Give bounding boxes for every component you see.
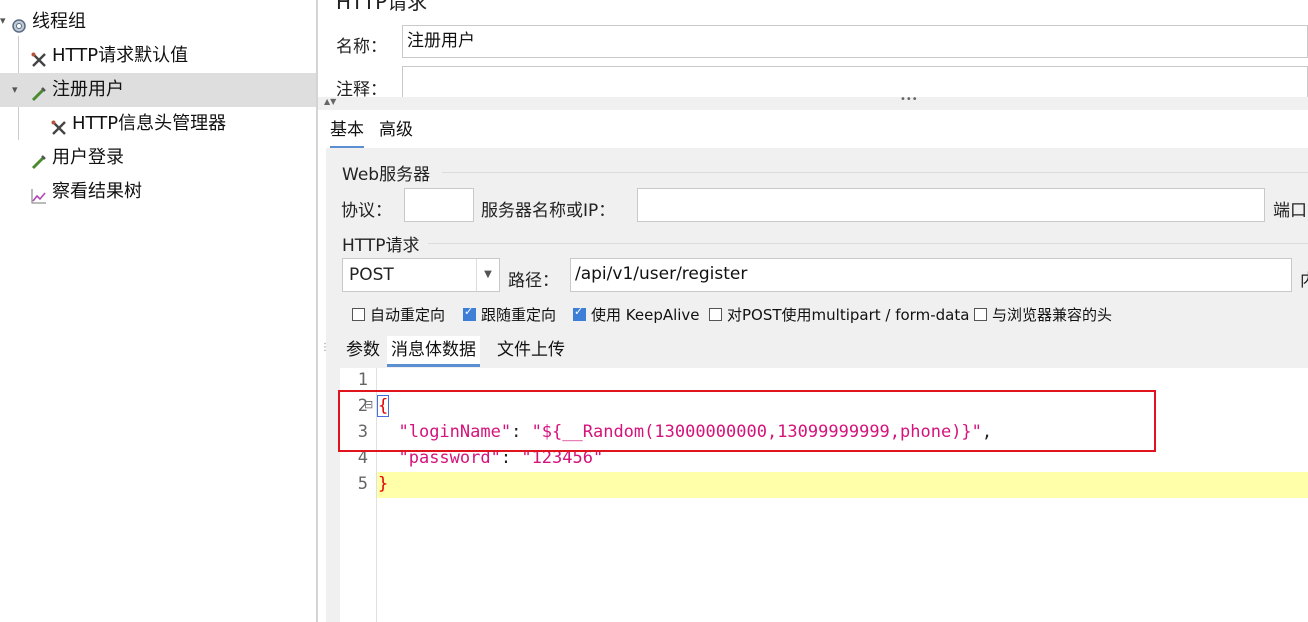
browser-compatible-headers-checkbox[interactable]: 与浏览器兼容的头 — [974, 304, 1112, 325]
tree-item-user-login[interactable]: 用户登录 — [30, 141, 124, 175]
split-divider[interactable]: ▲▼ ••• — [318, 94, 1308, 110]
name-label: 名称： — [336, 37, 387, 57]
name-field[interactable]: 注册用户 — [402, 25, 1308, 58]
code-line-5: } — [378, 474, 389, 494]
tree-item-http-defaults[interactable]: HTTP请求默认值 — [30, 39, 188, 73]
line-number: 5 — [357, 474, 368, 494]
keepalive-checkbox[interactable]: 使用 KeepAlive — [573, 304, 700, 325]
wrench-icon — [50, 115, 68, 135]
protocol-label: 协议： — [341, 201, 392, 221]
pipette-icon — [30, 149, 48, 170]
port-label: 端口 — [1273, 201, 1307, 221]
wrench-icon — [30, 47, 48, 67]
tree-item-register-user[interactable]: ▾ 注册用户 — [0, 73, 316, 107]
collapse-caret-icon[interactable]: ▾ — [12, 73, 18, 107]
expand-caret-icon[interactable]: ▾ — [0, 14, 6, 27]
server-label: 服务器名称或IP： — [481, 201, 616, 221]
body-data-editor[interactable]: 1 2 3 4 5 ⊟ { "loginName": "${__Random(1… — [338, 368, 1308, 622]
chart-icon — [30, 183, 48, 204]
grip-icon[interactable]: ⋮ — [320, 342, 330, 353]
collapse-arrows-icon[interactable]: ▲▼ — [324, 97, 336, 106]
web-server-section: Web服务器 — [342, 165, 431, 185]
drag-handle-icon[interactable]: ••• — [900, 94, 918, 105]
test-plan-tree: ▾ 线程组 HTTP请求默认值 ▾ 注册用户 HTTP信息头管理器 用户登录 察… — [0, 0, 316, 622]
auto-redirect-checkbox[interactable]: 自动重定向 — [352, 304, 445, 325]
method-select[interactable]: POST ▼ — [342, 258, 500, 292]
highlight-annotation-box — [338, 390, 1156, 452]
path-label: 路径： — [508, 271, 559, 291]
panel-title: HTTP请求 — [336, 0, 428, 14]
divider — [428, 243, 1308, 244]
tree-item-header-manager[interactable]: HTTP信息头管理器 — [50, 107, 226, 141]
gear-icon — [10, 13, 28, 33]
follow-redirect-checkbox[interactable]: 跟随重定向 — [463, 304, 556, 325]
encoding-label: 内 — [1300, 266, 1308, 291]
chevron-down-icon[interactable]: ▼ — [476, 259, 499, 291]
tab-file-upload[interactable]: 文件上传 — [497, 338, 565, 362]
tab-parameters[interactable]: 参数 — [346, 338, 380, 362]
tab-body-data[interactable]: 消息体数据 — [387, 336, 480, 367]
tree-item-view-results-tree[interactable]: 察看结果树 — [30, 175, 142, 209]
http-request-section: HTTP请求 — [342, 236, 420, 256]
tree-item-thread-group[interactable]: 线程组 — [10, 5, 86, 39]
protocol-field[interactable] — [404, 188, 474, 222]
path-field[interactable]: /api/v1/user/register — [570, 258, 1292, 292]
current-line-highlight — [377, 472, 1308, 498]
tab-advanced[interactable]: 高级 — [379, 118, 413, 142]
server-field[interactable] — [637, 188, 1265, 222]
comment-field[interactable] — [402, 66, 1308, 98]
pipette-icon — [30, 81, 48, 102]
divider — [442, 172, 1308, 173]
line-number: 1 — [357, 370, 368, 390]
multipart-checkbox[interactable]: 对POST使用multipart / form-data — [709, 304, 969, 325]
tab-basic[interactable]: 基本 — [330, 118, 364, 149]
